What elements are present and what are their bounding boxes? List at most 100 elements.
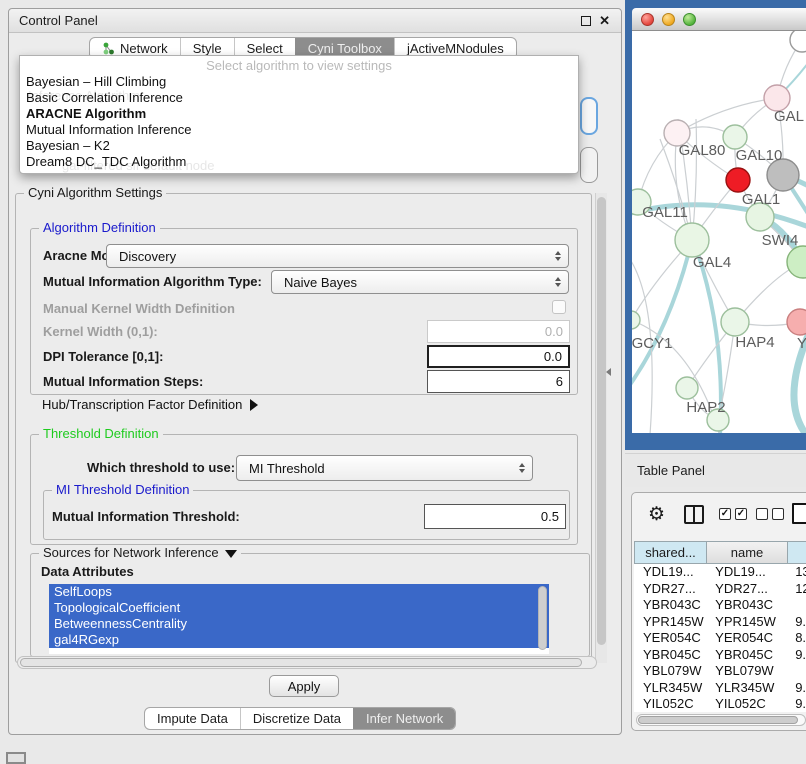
attribute-list-item[interactable]: gal4RGexp <box>49 632 549 648</box>
deselect-all-columns-icon[interactable] <box>756 508 784 520</box>
table-cell: 12 <box>786 581 806 598</box>
hub-transcription-factor-expander[interactable]: Hub/Transcription Factor Definition <box>42 397 258 412</box>
tab-impute-data[interactable]: Impute Data <box>145 708 240 729</box>
network-edge[interactable] <box>632 240 692 393</box>
algorithm-option[interactable]: Basic Correlation Inference <box>20 90 578 106</box>
algorithm-option[interactable]: Dream8 DC_TDC Algorithm <box>20 154 578 170</box>
table-horizontal-scrollbar-thumb[interactable] <box>638 716 798 724</box>
settings-horizontal-scrollbar[interactable] <box>17 656 597 669</box>
algorithm-option[interactable]: Bayesian – Hill Climbing <box>20 74 578 90</box>
mi-algorithm-type-select[interactable]: Naive Bayes <box>271 270 569 294</box>
settings-vertical-scrollbar[interactable] <box>595 193 607 663</box>
network-edge[interactable] <box>692 119 697 240</box>
stepper-arrows-icon <box>519 463 525 473</box>
table-column-header[interactable] <box>788 541 806 564</box>
table-cell: 8. <box>786 630 806 647</box>
algorithm-option[interactable]: ARACNE Algorithm <box>20 106 578 122</box>
network-node[interactable] <box>675 223 709 257</box>
data-attributes-list[interactable]: SelfLoopsTopologicalCoefficientBetweenne… <box>49 584 549 654</box>
mi-steps-field[interactable]: 6 <box>427 370 570 393</box>
aracne-mode-select[interactable]: Discovery <box>106 244 569 268</box>
network-window-titlebar[interactable] <box>632 8 806 31</box>
table-horizontal-scrollbar[interactable] <box>636 714 806 726</box>
tab-label: jActiveMNodules <box>407 41 504 56</box>
algorithm-definition-legend: Algorithm Definition <box>39 220 160 235</box>
table-row[interactable]: YDR27...YDR27...12 <box>634 581 806 598</box>
network-node-label: HAP2 <box>686 399 725 416</box>
which-threshold-select[interactable]: MI Threshold <box>236 455 533 481</box>
table-toolbar: ⚙ ✓✓ <box>632 501 806 531</box>
network-canvas[interactable]: GALGAL80GAL10GAL1GAL11SWI4GAL4GCY1HAP4YH… <box>632 31 806 433</box>
unchecked-checkbox-icon <box>756 508 768 520</box>
table-cell: YIL052C <box>706 696 786 712</box>
dpi-tolerance-field[interactable]: 0.0 <box>427 345 570 368</box>
attribute-list-item[interactable]: TopologicalCoefficient <box>49 600 549 616</box>
checked-checkbox-icon: ✓ <box>735 508 747 520</box>
network-node[interactable] <box>790 31 806 52</box>
table-row[interactable]: YER054CYER054C8. <box>634 630 806 647</box>
float-window-icon[interactable] <box>581 16 591 26</box>
table-row[interactable]: YPR145WYPR145W9. <box>634 614 806 631</box>
show-columns-icon[interactable] <box>684 505 704 524</box>
network-node[interactable] <box>632 311 640 329</box>
manual-kernel-checkbox[interactable] <box>552 300 566 314</box>
select-all-columns-icon[interactable]: ✓✓ <box>719 508 747 520</box>
sources-legend-toggle[interactable]: Sources for Network Inference <box>39 545 241 560</box>
table-cell: YER054C <box>634 630 706 647</box>
attributes-list-scrollbar[interactable] <box>538 586 547 650</box>
network-node[interactable] <box>787 309 806 335</box>
table-panel-window: ⚙ ✓✓ shared...name YDL19...YDL19...13YDR… <box>631 492 806 731</box>
algorithm-option[interactable]: Bayesian – K2 <box>20 138 578 154</box>
checked-checkbox-icon: ✓ <box>719 508 731 520</box>
tab-infer-network[interactable]: Infer Network <box>353 708 455 729</box>
network-node[interactable] <box>723 125 747 149</box>
table-cell: YBR045C <box>706 647 786 664</box>
table-row[interactable]: YBR045CYBR045C9. <box>634 647 806 664</box>
network-node[interactable] <box>787 246 806 278</box>
gear-icon[interactable]: ⚙ <box>648 502 665 528</box>
table-row[interactable]: YBR043CYBR043C <box>634 597 806 614</box>
minimized-panel-icon[interactable] <box>6 752 26 764</box>
minimize-traffic-light-icon[interactable] <box>662 13 675 26</box>
new-table-icon[interactable] <box>792 503 806 524</box>
table-row[interactable]: YIL052CYIL052C9. <box>634 696 806 712</box>
algorithm-option[interactable]: Mutual Information Inference <box>20 122 578 138</box>
dpi-tolerance-value: 0.0 <box>544 349 562 364</box>
zoom-traffic-light-icon[interactable] <box>683 13 696 26</box>
network-node-label: GAL4 <box>693 254 731 271</box>
tab-label: Cyni Toolbox <box>308 41 382 56</box>
network-graph[interactable]: GALGAL80GAL10GAL1GAL11SWI4GAL4GCY1HAP4YH… <box>632 31 806 433</box>
table-cell <box>786 597 806 614</box>
tab-discretize-data[interactable]: Discretize Data <box>240 708 353 729</box>
table-column-header[interactable]: name <box>707 541 788 564</box>
table-panel-title: Table Panel <box>637 454 705 488</box>
threshold-definition-legend: Threshold Definition <box>39 426 163 441</box>
settings-vertical-scrollbar-thumb[interactable] <box>597 197 606 645</box>
table-column-header[interactable]: shared... <box>634 541 707 564</box>
network-node-label: GCY1 <box>632 335 672 352</box>
table-panel-titlebar: Table Panel <box>625 453 806 487</box>
tab-label: Infer Network <box>366 711 443 726</box>
table-body: YDL19...YDL19...13YDR27...YDR27...12YBR0… <box>634 564 806 712</box>
table-row[interactable]: YBL079WYBL079W <box>634 663 806 680</box>
dpi-tolerance-label: DPI Tolerance [0,1]: <box>43 345 163 368</box>
cyni-algorithm-settings-group: Cyni Algorithm Settings Algorithm Defini… <box>15 193 592 663</box>
tab-label: Impute Data <box>157 711 228 726</box>
network-node[interactable] <box>726 168 750 192</box>
table-cell: 9. <box>786 614 806 631</box>
settings-horizontal-scrollbar-thumb[interactable] <box>20 658 582 667</box>
network-node[interactable] <box>721 308 749 336</box>
mi-threshold-definition-group: MI Threshold Definition Mutual Informati… <box>43 490 570 540</box>
attribute-list-item[interactable]: SelfLoops <box>49 584 549 600</box>
network-node[interactable] <box>676 377 698 399</box>
table-row[interactable]: YLR345WYLR345W9. <box>634 680 806 697</box>
apply-button[interactable]: Apply <box>269 675 339 697</box>
mi-threshold-definition-legend: MI Threshold Definition <box>52 482 193 497</box>
close-icon[interactable]: ✕ <box>599 13 610 29</box>
mi-threshold-field[interactable]: 0.5 <box>424 504 566 529</box>
attribute-list-item[interactable]: BetweennessCentrality <box>49 616 549 632</box>
kernel-width-field[interactable]: 0.0 <box>427 320 570 343</box>
panel-divider-grip[interactable] <box>606 368 611 376</box>
table-row[interactable]: YDL19...YDL19...13 <box>634 564 806 581</box>
close-traffic-light-icon[interactable] <box>641 13 654 26</box>
